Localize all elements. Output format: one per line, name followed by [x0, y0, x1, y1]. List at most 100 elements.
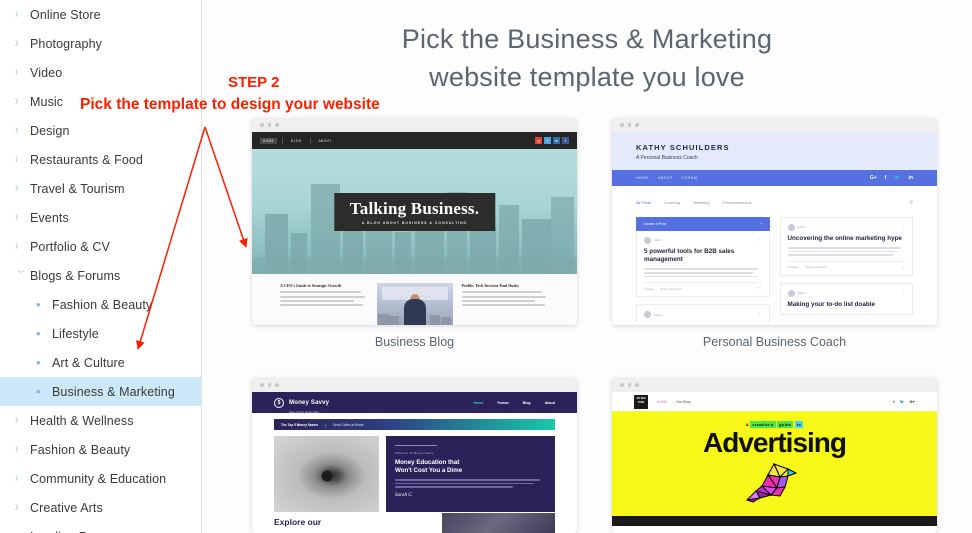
- sidebar-item-fashion-beauty[interactable]: › Fashion & Beauty: [0, 435, 201, 464]
- twitter-icon: 🐦: [894, 175, 901, 181]
- facebook-icon: f: [893, 399, 895, 404]
- sidebar-item-label: Online Store: [30, 7, 101, 22]
- avatar: [644, 237, 651, 244]
- t2-post-4-title: Making your to-do list doable: [787, 300, 875, 308]
- t1-navbar: HOME BLOG ABOUT g t in f: [252, 132, 577, 149]
- t1-menu-divider: [282, 137, 284, 144]
- t3-menu-item-home: Home: [473, 400, 484, 405]
- t2-filter-entrepreneurship: Entrepreneurship: [722, 201, 752, 205]
- template-card-money-savvy[interactable]: $ Money Savvy Save Smart. Dream Big. Hom…: [252, 378, 577, 533]
- t3-brand-tagline: Save Smart. Dream Big.: [289, 410, 320, 414]
- t3-divider: [395, 445, 437, 446]
- template-card-personal-business-coach[interactable]: KATHY SCHUILDERS A Personal Business Coa…: [612, 118, 937, 349]
- sidebar-item-label: Business & Marketing: [52, 384, 175, 399]
- sidebar-item-landing-pages[interactable]: › Landing Pages: [0, 522, 201, 533]
- t2-post-1-comment: Write a comment: [660, 286, 682, 291]
- browser-chrome-bar: [612, 378, 937, 392]
- t3-welcome-card: Welcome To Money Savvy Money Education t…: [386, 436, 555, 512]
- facebook-icon: f: [884, 175, 887, 181]
- search-icon: ⚲: [909, 200, 913, 206]
- sidebar-item-label: Fashion & Beauty: [30, 442, 131, 457]
- t1-post-1-excerpt: [280, 291, 368, 306]
- sidebar-item-portfolio-cv[interactable]: › Portfolio & CV: [0, 232, 201, 261]
- t2-post-2-excerpt: [787, 247, 906, 256]
- facebook-icon: f: [562, 137, 569, 144]
- t2-filter-bar: All Posts Coaching Marketing Entrepreneu…: [636, 200, 913, 206]
- t2-post-1-excerpt: [644, 268, 762, 278]
- more-options-icon: ⋮: [901, 224, 905, 230]
- sidebar-item-fashion-beauty[interactable]: • Fashion & Beauty: [0, 290, 201, 319]
- t2-create-post-label: Create a Post: [643, 222, 667, 226]
- google-plus-icon: g: [535, 137, 542, 144]
- t2-brand-name: KATHY SCHUILDERS: [636, 143, 730, 152]
- template-preview-2: KATHY SCHUILDERS A Personal Business Coa…: [612, 118, 937, 325]
- sidebar-item-events[interactable]: › Events: [0, 203, 201, 232]
- window-dot-red: [260, 123, 264, 127]
- template-card-business-blog[interactable]: HOME BLOG ABOUT g t in f Talking Busines…: [252, 118, 577, 349]
- chevron-right-icon: ›: [14, 237, 19, 254]
- page-title: Pick the Business & Marketing website te…: [202, 20, 972, 97]
- t1-post-1: A CEO's Guide to Strategic Growth: [280, 283, 368, 325]
- chevron-right-icon: ›: [14, 34, 19, 51]
- t1-post-list: A CEO's Guide to Strategic Growth Profil…: [252, 274, 577, 325]
- annotation-step-label: STEP 2: [228, 74, 280, 91]
- avatar: [787, 224, 795, 231]
- sidebar-item-art-culture[interactable]: • Art & Culture: [0, 348, 201, 377]
- t3-content-grid: Welcome To Money Savvy Money Education t…: [274, 436, 555, 512]
- sidebar-item-restaurants-food[interactable]: › Restaurants & Food: [0, 145, 201, 174]
- template-preview-1: HOME BLOG ABOUT g t in f Talking Busines…: [252, 118, 577, 325]
- sidebar-item-creative-arts[interactable]: › Creative Arts: [0, 493, 201, 522]
- bird-illustration-icon: [745, 462, 797, 503]
- t4-menu-item-home: HOME: [657, 399, 668, 404]
- sidebar-item-travel-tourism[interactable]: › Travel & Tourism: [0, 174, 201, 203]
- t2-post-2-meta: Admin ⋮: [787, 224, 905, 231]
- sidebar-item-label: Community & Education: [30, 471, 167, 486]
- template-card-advertising[interactable]: AD VEN TURE HOME Our Story f 🐦 G+ A crea…: [612, 378, 937, 533]
- t3-ticker-text: Drink Coffee at Home: [332, 422, 364, 427]
- t3-eye-image: [274, 436, 379, 512]
- template-preview-4: AD VEN TURE HOME Our Story f 🐦 G+ A crea…: [612, 378, 937, 533]
- category-sidebar[interactable]: › Online Store › Photography › Video › Music › De…: [0, 0, 202, 533]
- more-options-icon: ⋮: [757, 311, 762, 317]
- t2-post-1-title: 5 powerful tools for B2B sales managemen…: [644, 248, 735, 264]
- sidebar-item-photography[interactable]: › Photography: [0, 29, 201, 58]
- t2-post-2-comment: Write a comment: [805, 265, 827, 270]
- sidebar-item-health-wellness[interactable]: › Health & Wellness: [0, 406, 201, 435]
- t2-body: All Posts Coaching Marketing Entrepreneu…: [612, 186, 937, 325]
- t2-post-4-author: Admin: [797, 291, 806, 296]
- sidebar-item-video[interactable]: › Video: [0, 58, 201, 87]
- t3-navbar: $ Money Savvy Save Smart. Dream Big. Hom…: [252, 391, 577, 414]
- t1-menu-item-about: ABOUT: [318, 138, 332, 143]
- bullet-icon: •: [36, 326, 41, 341]
- sidebar-item-label: Video: [30, 65, 63, 80]
- sidebar-item-business-marketing[interactable]: • Business & Marketing: [0, 377, 201, 406]
- t2-post-4-meta: Admin ⋮: [787, 289, 905, 297]
- t4-menu: HOME Our Story: [657, 400, 691, 404]
- t3-ticker-separator: |: [325, 422, 326, 427]
- page-title-line1: Pick the Business & Marketing: [401, 24, 773, 54]
- t2-menu-item-home: HOME: [636, 176, 649, 180]
- sidebar-item-label: Blogs & Forums: [30, 268, 121, 283]
- t3-menu-item-about: About: [544, 400, 555, 405]
- t2-post-1-author: Admin: [654, 238, 662, 243]
- browser-chrome-bar: [252, 118, 577, 132]
- template-preview-3: $ Money Savvy Save Smart. Dream Big. Hom…: [252, 378, 577, 533]
- t2-menu-item-about: ABOUT: [657, 176, 673, 180]
- sidebar-item-label: Travel & Tourism: [30, 181, 125, 196]
- avatar: [644, 311, 651, 319]
- t3-brand: Money Savvy Save Smart. Dream Big.: [289, 391, 329, 414]
- sidebar-item-online-store[interactable]: › Online Store: [0, 0, 201, 29]
- t2-social-icons: G+ f 🐦 in: [870, 175, 913, 181]
- sidebar-item-blogs-forums[interactable]: › Blogs & Forums: [0, 261, 201, 290]
- t4-bottom-bar: [612, 516, 937, 526]
- chevron-right-icon: ›: [14, 498, 19, 515]
- t1-menu-item-blog: BLOG: [291, 138, 302, 143]
- sidebar-item-design[interactable]: › Design: [0, 116, 201, 145]
- sidebar-item-community-education[interactable]: › Community & Education: [0, 464, 201, 493]
- bullet-icon: •: [36, 297, 41, 312]
- sidebar-item-label: Fashion & Beauty: [52, 297, 153, 312]
- sidebar-item-lifestyle[interactable]: • Lifestyle: [0, 319, 201, 348]
- t3-card-title-line2: Won't Cost You a Dime: [395, 467, 463, 475]
- t4-menu-item-our-story: Our Story: [676, 399, 691, 404]
- t2-menu: HOME ABOUT FORUM: [636, 176, 697, 180]
